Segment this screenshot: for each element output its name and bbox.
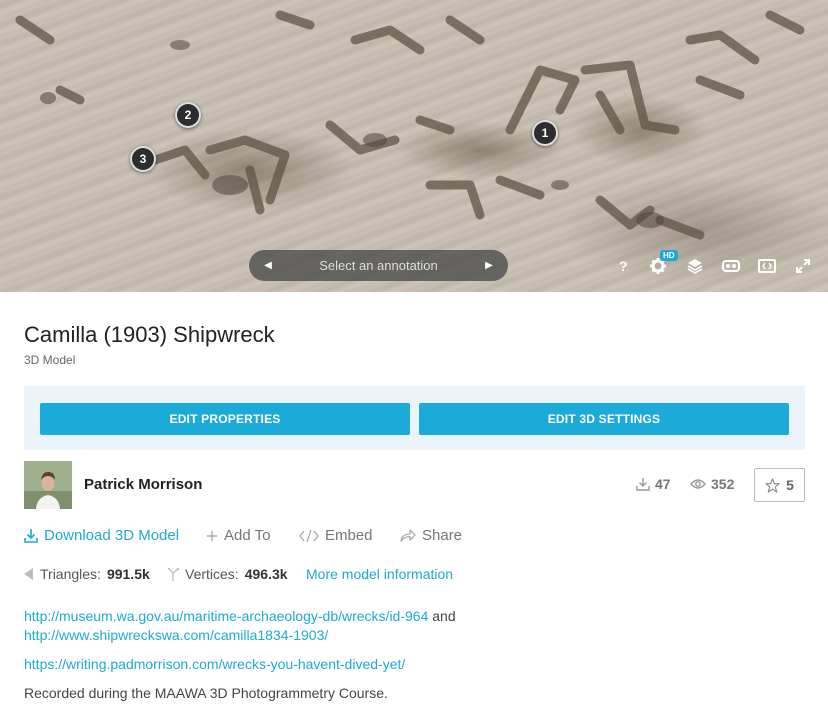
plus-icon xyxy=(207,530,217,541)
model-type: 3D Model xyxy=(24,353,76,367)
layers-icon[interactable] xyxy=(685,256,705,276)
triangle-icon xyxy=(24,568,33,580)
edit-3d-settings-button[interactable]: EDIT 3D SETTINGS xyxy=(419,403,789,435)
description-links-3: https://writing.padmorrison.com/wrecks-y… xyxy=(24,656,405,672)
triangles-value: 991.5k xyxy=(106,566,150,582)
annotation-hotspot-1[interactable]: 1 xyxy=(532,120,558,146)
code-icon xyxy=(299,529,319,542)
download-count: 47 xyxy=(636,476,671,492)
model-viewer[interactable]: 1 2 3 ◀ Select an annotation ▶ ? HD xyxy=(0,0,828,292)
and-text: and xyxy=(432,608,456,624)
vertices-value: 496.3k xyxy=(244,566,288,582)
download-label: Download 3D Model xyxy=(44,527,180,544)
vr-icon[interactable] xyxy=(721,256,741,276)
download-icon xyxy=(636,478,650,491)
view-count-value: 352 xyxy=(711,476,735,492)
add-to-button[interactable]: Add To xyxy=(206,527,270,544)
annotation-hotspot-3[interactable]: 3 xyxy=(130,146,156,172)
download-icon xyxy=(24,529,38,543)
share-label: Share xyxy=(422,527,463,544)
shipwreckswa-link[interactable]: http://www.shipwreckswa.com/camilla1834-… xyxy=(24,627,328,643)
annotation-nav-label: Select an annotation xyxy=(319,258,438,273)
vertices-label: Vertices: xyxy=(185,566,239,582)
edit-panel: EDIT PROPERTIES EDIT 3D SETTINGS xyxy=(24,386,805,450)
shipwreck-scene xyxy=(15,10,805,240)
avatar[interactable] xyxy=(24,461,72,509)
more-model-information-link[interactable]: More model information xyxy=(306,566,453,582)
vertex-count: Vertices: 496.3k xyxy=(167,566,288,582)
model-title: Camilla (1903) Shipwreck xyxy=(24,322,275,347)
like-button[interactable]: 5 xyxy=(754,468,805,502)
download-3d-model-link[interactable]: Download 3D Model xyxy=(24,527,179,544)
annotation-navigator: ◀ Select an annotation ▶ xyxy=(249,250,508,281)
triangle-count: Triangles: 991.5k xyxy=(24,566,150,582)
svg-text:?: ? xyxy=(619,258,628,274)
author-name[interactable]: Patrick Morrison xyxy=(84,476,202,493)
star-icon xyxy=(765,477,780,493)
vertex-icon xyxy=(167,567,179,581)
description-links-1: http://museum.wa.gov.au/maritime-archaeo… xyxy=(24,608,456,624)
triangles-label: Triangles: xyxy=(40,566,101,582)
eye-icon xyxy=(690,479,706,489)
description-links-2: http://www.shipwreckswa.com/camilla1834-… xyxy=(24,627,328,643)
hd-badge: HD xyxy=(660,250,678,261)
share-button[interactable]: Share xyxy=(400,527,462,544)
next-annotation-button[interactable]: ▶ xyxy=(482,260,496,271)
share-icon xyxy=(400,529,416,542)
writing-link[interactable]: https://writing.padmorrison.com/wrecks-y… xyxy=(24,656,405,672)
view-count: 352 xyxy=(690,476,734,492)
avatar-photo xyxy=(24,461,72,509)
previous-annotation-button[interactable]: ◀ xyxy=(261,260,275,271)
embed-button[interactable]: Embed xyxy=(299,527,373,544)
help-icon[interactable]: ? xyxy=(613,256,633,276)
embed-label: Embed xyxy=(325,527,373,544)
annotation-hotspot-2[interactable]: 2 xyxy=(175,102,201,128)
description-text: Recorded during the MAAWA 3D Photogramme… xyxy=(24,685,388,701)
fullscreen-icon[interactable] xyxy=(793,256,813,276)
edit-properties-button[interactable]: EDIT PROPERTIES xyxy=(40,403,410,435)
museum-link[interactable]: http://museum.wa.gov.au/maritime-archaeo… xyxy=(24,608,428,624)
like-count: 5 xyxy=(786,477,794,493)
embed-icon[interactable] xyxy=(757,256,777,276)
add-to-label: Add To xyxy=(224,527,271,544)
download-count-value: 47 xyxy=(655,476,671,492)
